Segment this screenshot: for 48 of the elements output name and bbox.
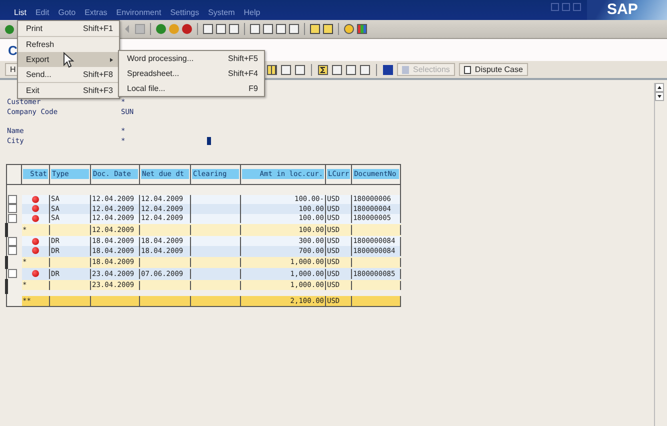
shortcut: Shift+F4 [228, 69, 258, 78]
menu-entry[interactable]: Word processing... Shift+F5 [119, 51, 264, 66]
cursor-icon [63, 52, 74, 68]
status-light-icon [32, 205, 39, 212]
sum-icon[interactable] [318, 64, 328, 74]
menu-item[interactable]: Settings [170, 8, 200, 17]
menu-entry[interactable]: Spreadsheet... Shift+F4 [119, 66, 264, 81]
shortcut: Shift+F5 [228, 54, 258, 63]
shortcut: Shift+F8 [82, 70, 113, 79]
menu-item[interactable]: Environment [116, 8, 162, 17]
menu-entry[interactable]: Export [18, 52, 119, 67]
screen-title: C [8, 42, 18, 58]
menu-label: Print [26, 24, 42, 33]
status-light-icon [32, 196, 39, 203]
menu-label: Refresh [26, 40, 54, 49]
row-checkbox[interactable] [8, 246, 17, 256]
grid-icon[interactable] [267, 64, 277, 74]
menu-label: Send... [26, 70, 52, 79]
menu-entry[interactable]: Send... Shift+F8 [18, 67, 119, 82]
menu-item[interactable]: Edit [35, 8, 50, 17]
scroll-up-icon[interactable] [655, 83, 664, 92]
shortcut: Shift+F3 [82, 86, 113, 95]
menu-item[interactable]: Goto [58, 8, 76, 17]
menu-label: Spreadsheet... [127, 69, 180, 78]
row-checkbox[interactable] [8, 204, 17, 214]
logo: SAP [587, 0, 667, 20]
menu-item[interactable]: System [208, 8, 235, 17]
menu-item[interactable]: List [14, 8, 26, 17]
menu-entry[interactable]: Local file... F9 [119, 81, 264, 96]
status-light-icon [32, 214, 39, 222]
scrollbar[interactable] [654, 83, 665, 426]
toolbar-button[interactable]: Dispute Case [458, 63, 528, 76]
menu-label: Export [26, 55, 50, 64]
status-light-icon [32, 247, 39, 254]
menu-entry[interactable]: Print Shift+F1 [18, 21, 119, 36]
text-cursor [207, 137, 211, 145]
menu-label: Local file... [127, 84, 166, 93]
scroll-down-icon[interactable] [655, 92, 664, 101]
menu-label: Word processing... [127, 54, 194, 63]
menu-item[interactable]: Extras [84, 8, 108, 17]
row-checkbox[interactable] [8, 236, 17, 246]
shortcut: F9 [248, 84, 258, 93]
menu-item[interactable]: Help [244, 8, 260, 17]
status-light-icon [32, 238, 39, 245]
row-checkbox[interactable] [8, 269, 17, 278]
shortcut: Shift+F1 [82, 24, 113, 33]
status-light-icon [32, 270, 39, 278]
menu-label: Exit [26, 86, 40, 95]
